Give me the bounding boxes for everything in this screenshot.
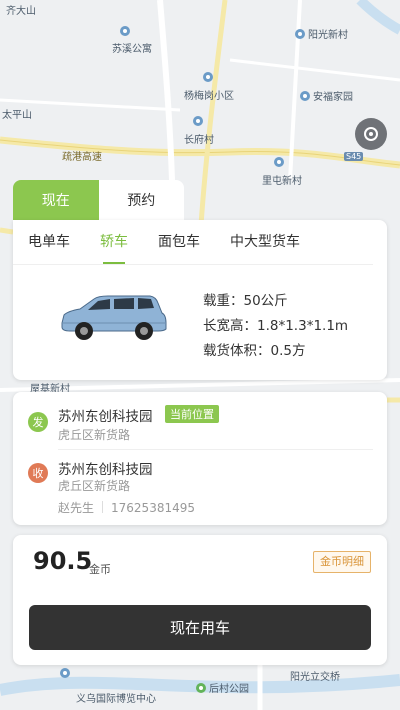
map-pin-icon [60,668,70,678]
map-pin-icon [120,26,130,36]
coin-detail-button[interactable]: 金币明细 [313,551,371,573]
receiver-badge: 收 [28,463,48,483]
map-poi[interactable] [193,116,203,126]
map-poi-label: 齐大山 [6,6,36,17]
sender-badge: 发 [28,412,48,432]
map-poi[interactable] [60,668,70,678]
locate-icon [364,127,378,141]
address-card: 发 苏州东创科技园 当前位置 虎丘区新货路 收 苏州东创科技园 虎丘区新货路 赵… [13,392,387,525]
receiver-address[interactable]: 收 苏州东创科技园 虎丘区新货路 赵先生 17625381495 [13,452,387,525]
map-poi[interactable] [203,72,213,82]
tab-reserve[interactable]: 预约 [98,180,184,220]
map-pin-icon [193,116,203,126]
vehicle-type-tabs: 电单车 轿车 面包车 中大型货车 [13,220,373,265]
map-poi[interactable]: 阳光新村 [295,26,348,41]
map-highway-shield: S45 [344,152,364,161]
map-poi-label: 里屯新村 [262,176,302,187]
price-card: 90.5 金币 金币明细 现在用车 [13,535,387,665]
map-pin-icon [203,72,213,82]
car-image [61,295,167,340]
use-now-button[interactable]: 现在用车 [29,605,371,650]
map-pin-icon [295,28,305,39]
map-poi[interactable] [274,157,284,167]
vehicle-card: 电单车 轿车 面包车 中大型货车 载重：50公斤 长宽高：1.8*1.3*1.1… [13,220,387,380]
sender-address[interactable]: 发 苏州东创科技园 当前位置 虎丘区新货路 [13,392,387,454]
map-poi[interactable] [120,26,130,36]
tab-sedan[interactable]: 轿车 [100,220,128,264]
sender-detail: 虎丘区新货路 [58,428,131,442]
map-poi[interactable]: 安福家园 [300,88,353,103]
map-poi-label: 义乌国际博览中心 [76,694,156,705]
divider [58,449,373,450]
tab-electric-bike[interactable]: 电单车 [28,220,70,264]
receiver-contact: 赵先生 17625381495 [58,499,195,516]
contact-separator [102,501,104,513]
map-poi-label: 太平山 [2,110,32,121]
load-capacity: 载重：50公斤 [203,293,288,309]
contact-phone: 17625381495 [111,501,195,515]
map-poi-label: 长府村 [184,135,214,146]
price-value: 90.5 [33,547,93,575]
receiver-detail: 虎丘区新货路 [58,479,131,493]
tab-truck[interactable]: 中大型货车 [230,220,300,264]
tab-now[interactable]: 现在 [13,180,99,220]
park-icon [196,682,206,693]
map-pin-icon [274,157,284,167]
map-poi-label: 阳光立交桥 [290,672,340,683]
map-poi-label: 杨梅岗小区 [184,91,234,102]
price-unit: 金币 [89,563,111,576]
current-location-tag: 当前位置 [165,405,219,423]
map-pin-icon [300,90,310,101]
receiver-name: 苏州东创科技园 [58,462,153,478]
map-poi-label: 苏溪公寓 [112,44,152,55]
vehicle-specs: 载重：50公斤 长宽高：1.8*1.3*1.1m 载货体积：0.5方 [203,289,348,364]
dimensions: 长宽高：1.8*1.3*1.1m [203,318,349,334]
map-road-label: 疏港高速 [62,152,102,163]
vehicle-info: 载重：50公斤 长宽高：1.8*1.3*1.1m 载货体积：0.5方 [13,265,387,381]
sender-name: 苏州东创科技园 [58,409,153,425]
mode-tabs: 现在 预约 [13,180,184,220]
contact-name: 赵先生 [58,501,95,515]
map-poi[interactable]: 后村公园 [196,680,249,695]
tab-van[interactable]: 面包车 [158,220,200,264]
locate-button[interactable] [355,118,387,150]
cargo-volume: 载货体积：0.5方 [203,343,306,359]
